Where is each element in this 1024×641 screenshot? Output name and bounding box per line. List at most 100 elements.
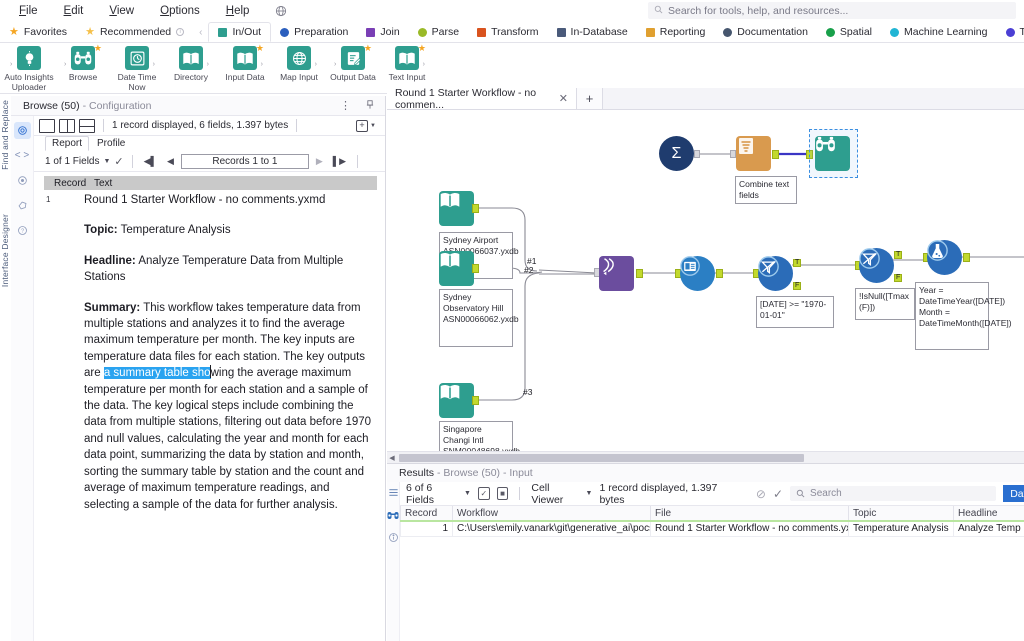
menu-help[interactable]: Help: [213, 2, 263, 20]
last-record-icon[interactable]: ▌▶: [330, 156, 349, 167]
tool-category-parse[interactable]: Parse: [409, 22, 468, 42]
tool-category-preparation[interactable]: Preparation: [271, 22, 357, 42]
favorite-star-icon[interactable]: ★: [256, 43, 264, 54]
info-icon[interactable]: [388, 532, 399, 546]
favorite-star-icon[interactable]: ★: [364, 43, 372, 54]
vertical-split-icon[interactable]: [59, 119, 75, 133]
input3-output-port[interactable]: [472, 396, 479, 405]
check-icon[interactable]: ✓: [114, 155, 123, 168]
tool-expand-icon[interactable]: ›: [64, 61, 66, 68]
workflow-canvas[interactable]: #1 #2 #3 Σ Combine text fields: [387, 110, 1024, 451]
table-row[interactable]: 1 C:\Users\emily.vanark\git\generative_a…: [401, 521, 1024, 536]
ribbon-tool-input-data[interactable]: ★›Input Data: [218, 43, 272, 82]
record-range-field[interactable]: Records 1 to 1: [181, 154, 309, 169]
tool-category-join[interactable]: Join: [357, 22, 408, 42]
ribbon-tool-map-input[interactable]: ›Map Input: [272, 43, 326, 82]
browse-node[interactable]: [815, 136, 850, 171]
tool-expand-icon[interactable]: ›: [423, 61, 425, 68]
chevron-down-icon[interactable]: ▼: [103, 158, 110, 165]
ribbon-tool-browse[interactable]: ★›Browse: [56, 43, 110, 82]
menu-view[interactable]: View: [96, 2, 147, 20]
tool-expand-icon[interactable]: ›: [334, 61, 336, 68]
kebab-menu-icon[interactable]: ⋮: [340, 99, 351, 113]
target-icon[interactable]: [14, 172, 31, 189]
scroll-categories-left-icon[interactable]: ‹: [193, 22, 208, 42]
tag-icon[interactable]: [14, 197, 31, 214]
filter-node-1[interactable]: [758, 256, 793, 291]
tool-category-reporting[interactable]: Reporting: [637, 22, 715, 42]
report-text-body[interactable]: Round 1 Starter Workflow - no comments.y…: [44, 190, 377, 513]
tool-category-transform[interactable]: Transform: [468, 22, 547, 42]
favorite-star-icon[interactable]: ★: [418, 43, 426, 54]
tool-expand-icon[interactable]: ›: [207, 61, 209, 68]
favorite-star-icon[interactable]: ★: [94, 43, 102, 54]
fields-count-label[interactable]: 6 of 6 Fields: [406, 482, 457, 506]
text-to-columns-node[interactable]: [736, 136, 771, 171]
column-header-workflow[interactable]: Workflow: [453, 506, 651, 521]
code-brackets-icon[interactable]: < >: [14, 147, 31, 164]
workflow-tab[interactable]: Round 1 Starter Workflow - no commen... …: [387, 88, 577, 109]
tab-report[interactable]: Report: [45, 136, 89, 151]
tool-category-in-out[interactable]: In/Out: [208, 22, 271, 42]
tool-expand-icon[interactable]: ›: [153, 61, 155, 68]
column-header-headline[interactable]: Headline: [954, 506, 1024, 521]
tool-category-text-mining[interactable]: Text Mining: [997, 22, 1024, 42]
tool-expand-icon[interactable]: ›: [10, 61, 12, 68]
help-icon[interactable]: ?: [14, 222, 31, 239]
menu-edit[interactable]: Edit: [51, 2, 97, 20]
list-icon[interactable]: [388, 487, 399, 501]
tab-profile[interactable]: Profile: [90, 136, 132, 151]
info-icon[interactable]: i: [176, 28, 184, 36]
canvas-horizontal-scrollbar[interactable]: ◀: [387, 451, 1024, 463]
canvas-scroll-thumb[interactable]: [399, 454, 804, 462]
summarize-output-port[interactable]: [694, 150, 700, 158]
menu-file[interactable]: File: [6, 2, 51, 20]
prev-record-icon[interactable]: ◀: [164, 156, 177, 167]
plus-icon[interactable]: +: [577, 88, 603, 109]
ribbon-tool-auto-insights-uploader[interactable]: ›Auto Insights Uploader: [2, 43, 56, 92]
tool-category-favorites[interactable]: ★Favorites: [0, 22, 76, 42]
horizontal-split-icon[interactable]: [79, 119, 95, 133]
ribbon-tool-date-time-now[interactable]: ›Date Time Now: [110, 43, 164, 92]
next-record-icon[interactable]: ▶: [313, 156, 326, 167]
input-data-node-3[interactable]: [439, 383, 474, 418]
ribbon-tool-directory[interactable]: ›Directory: [164, 43, 218, 82]
tool-expand-icon[interactable]: ›: [315, 61, 317, 68]
checkbox-icon[interactable]: ✓: [478, 487, 490, 500]
global-search-box[interactable]: Search for tools, help, and resources...: [648, 2, 1016, 19]
results-search-box[interactable]: Search: [790, 486, 996, 501]
no-entry-icon[interactable]: ⊘: [756, 487, 766, 501]
add-column-button[interactable]: + ▼: [356, 120, 380, 132]
tool-category-machine-learning[interactable]: Machine Learning: [881, 22, 996, 42]
union-node[interactable]: [599, 256, 634, 291]
tool-category-spatial[interactable]: Spatial: [817, 22, 881, 42]
selected-text-highlight[interactable]: a summary table sho: [104, 367, 211, 379]
union-output-port[interactable]: [636, 269, 643, 278]
input1-output-port[interactable]: [472, 204, 479, 213]
globe-icon[interactable]: [274, 4, 288, 18]
column-header-file[interactable]: File: [651, 506, 849, 521]
menu-options[interactable]: Options: [147, 2, 213, 20]
tool-category-in-database[interactable]: In-Database: [548, 22, 637, 42]
pin-icon[interactable]: [365, 99, 375, 113]
input-data-node-2[interactable]: [439, 251, 474, 286]
scroll-left-icon[interactable]: ◀: [387, 454, 397, 462]
formula-output-port[interactable]: [963, 253, 970, 262]
report-content-area[interactable]: 1 Round 1 Starter Workflow - no comments…: [44, 190, 377, 641]
input2-output-port[interactable]: [472, 264, 479, 273]
select-output-port[interactable]: [716, 269, 723, 278]
tool-category-documentation[interactable]: Documentation: [714, 22, 817, 42]
binoculars-icon[interactable]: [387, 510, 399, 523]
cell-viewer-label[interactable]: Cell Viewer: [531, 482, 578, 506]
tool-expand-icon[interactable]: ›: [261, 61, 263, 68]
fields-selector-label[interactable]: 1 of 1 Fields: [45, 156, 99, 167]
ribbon-tool-text-input[interactable]: ★›Text Input: [380, 43, 434, 82]
gear-icon[interactable]: [14, 122, 31, 139]
chevron-down-icon[interactable]: ▼: [464, 490, 471, 497]
combine-text-output-port[interactable]: [772, 150, 779, 159]
tool-category-recommended[interactable]: ★Recommendedi: [76, 22, 193, 42]
single-pane-icon[interactable]: [39, 119, 55, 133]
tab-data[interactable]: Data: [1003, 485, 1024, 502]
formula-node[interactable]: [927, 240, 962, 275]
summarize-node[interactable]: Σ: [659, 136, 694, 171]
